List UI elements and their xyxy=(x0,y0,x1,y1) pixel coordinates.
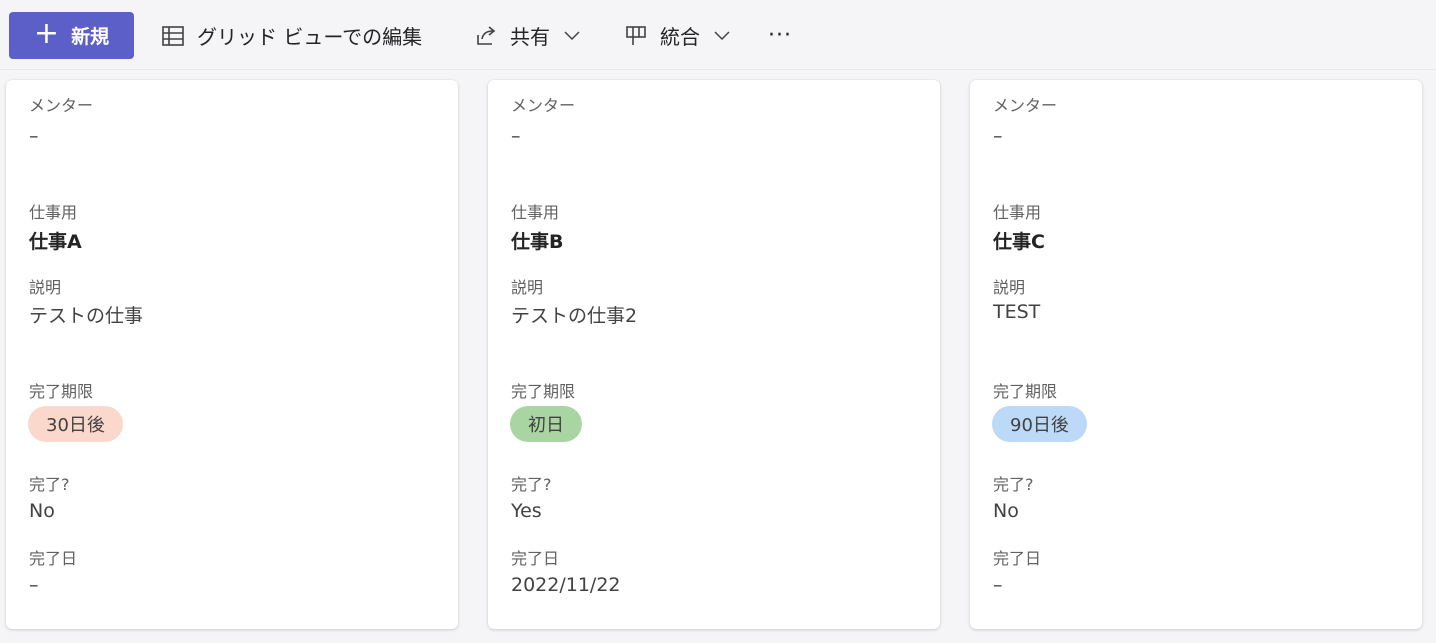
chevron-down-icon xyxy=(714,30,730,41)
new-button-label: 新規 xyxy=(71,26,110,48)
completed-date-label: 完了日 xyxy=(993,549,1042,568)
done-label: 完了? xyxy=(511,475,552,494)
due-pill: 30日後 xyxy=(28,406,123,442)
mentor-value: – xyxy=(993,125,1003,147)
description-value: テストの仕事 xyxy=(29,305,144,327)
completed-date-value: – xyxy=(29,574,39,596)
due-label: 完了期限 xyxy=(29,382,94,401)
description-value: テストの仕事2 xyxy=(511,305,638,327)
more-options-button[interactable]: ··· xyxy=(768,12,792,59)
share-button[interactable]: 共有 xyxy=(474,12,580,59)
done-label: 完了? xyxy=(993,475,1034,494)
work-label: 仕事用 xyxy=(993,203,1042,222)
work-value: 仕事A xyxy=(29,231,82,253)
mentor-label: メンター xyxy=(511,96,576,115)
due-label: 完了期限 xyxy=(993,382,1058,401)
description-value: TEST xyxy=(993,301,1041,323)
completed-date-label: 完了日 xyxy=(29,549,78,568)
done-label: 完了? xyxy=(29,475,70,494)
due-pill: 90日後 xyxy=(992,406,1087,442)
chevron-down-icon xyxy=(564,30,580,41)
new-button[interactable]: + 新規 xyxy=(9,12,134,59)
mentor-value: – xyxy=(29,125,39,147)
completed-date-value: 2022/11/22 xyxy=(511,574,621,596)
work-value: 仕事C xyxy=(993,231,1045,253)
gallery-card[interactable]: メンター – 仕事用 仕事B 説明 テストの仕事2 完了期限 初日 完了? Ye… xyxy=(488,80,940,629)
edit-in-grid-view-button[interactable]: グリッド ビューでの編集 xyxy=(161,12,422,59)
description-label: 説明 xyxy=(511,278,544,297)
completed-date-label: 完了日 xyxy=(511,549,560,568)
integrate-icon xyxy=(624,24,648,48)
done-value: No xyxy=(993,500,1019,522)
completed-date-value: – xyxy=(993,574,1003,596)
plus-icon: + xyxy=(33,16,60,51)
work-label: 仕事用 xyxy=(29,203,78,222)
done-value: Yes xyxy=(511,500,542,522)
mentor-label: メンター xyxy=(993,96,1058,115)
integrate-label: 統合 xyxy=(660,25,700,49)
due-pill: 初日 xyxy=(510,406,582,442)
work-value: 仕事B xyxy=(511,231,564,253)
edit-in-grid-view-label: グリッド ビューでの編集 xyxy=(197,25,423,49)
work-label: 仕事用 xyxy=(511,203,560,222)
due-label: 完了期限 xyxy=(511,382,576,401)
more-icon: ··· xyxy=(768,23,792,48)
gallery-card[interactable]: メンター – 仕事用 仕事A 説明 テストの仕事 完了期限 30日後 完了? N… xyxy=(6,80,458,629)
mentor-value: – xyxy=(511,125,521,147)
description-label: 説明 xyxy=(29,278,62,297)
integrate-button[interactable]: 統合 xyxy=(624,12,730,59)
done-value: No xyxy=(29,500,55,522)
command-bar: + 新規 グリッド ビューでの編集 共有 統合 ··· xyxy=(0,0,1436,70)
grid-icon xyxy=(161,24,185,48)
gallery-card[interactable]: メンター – 仕事用 仕事C 説明 TEST 完了期限 90日後 完了? No … xyxy=(970,80,1422,629)
description-label: 説明 xyxy=(993,278,1026,297)
share-icon xyxy=(474,24,498,48)
share-label: 共有 xyxy=(510,25,550,49)
mentor-label: メンター xyxy=(29,96,94,115)
